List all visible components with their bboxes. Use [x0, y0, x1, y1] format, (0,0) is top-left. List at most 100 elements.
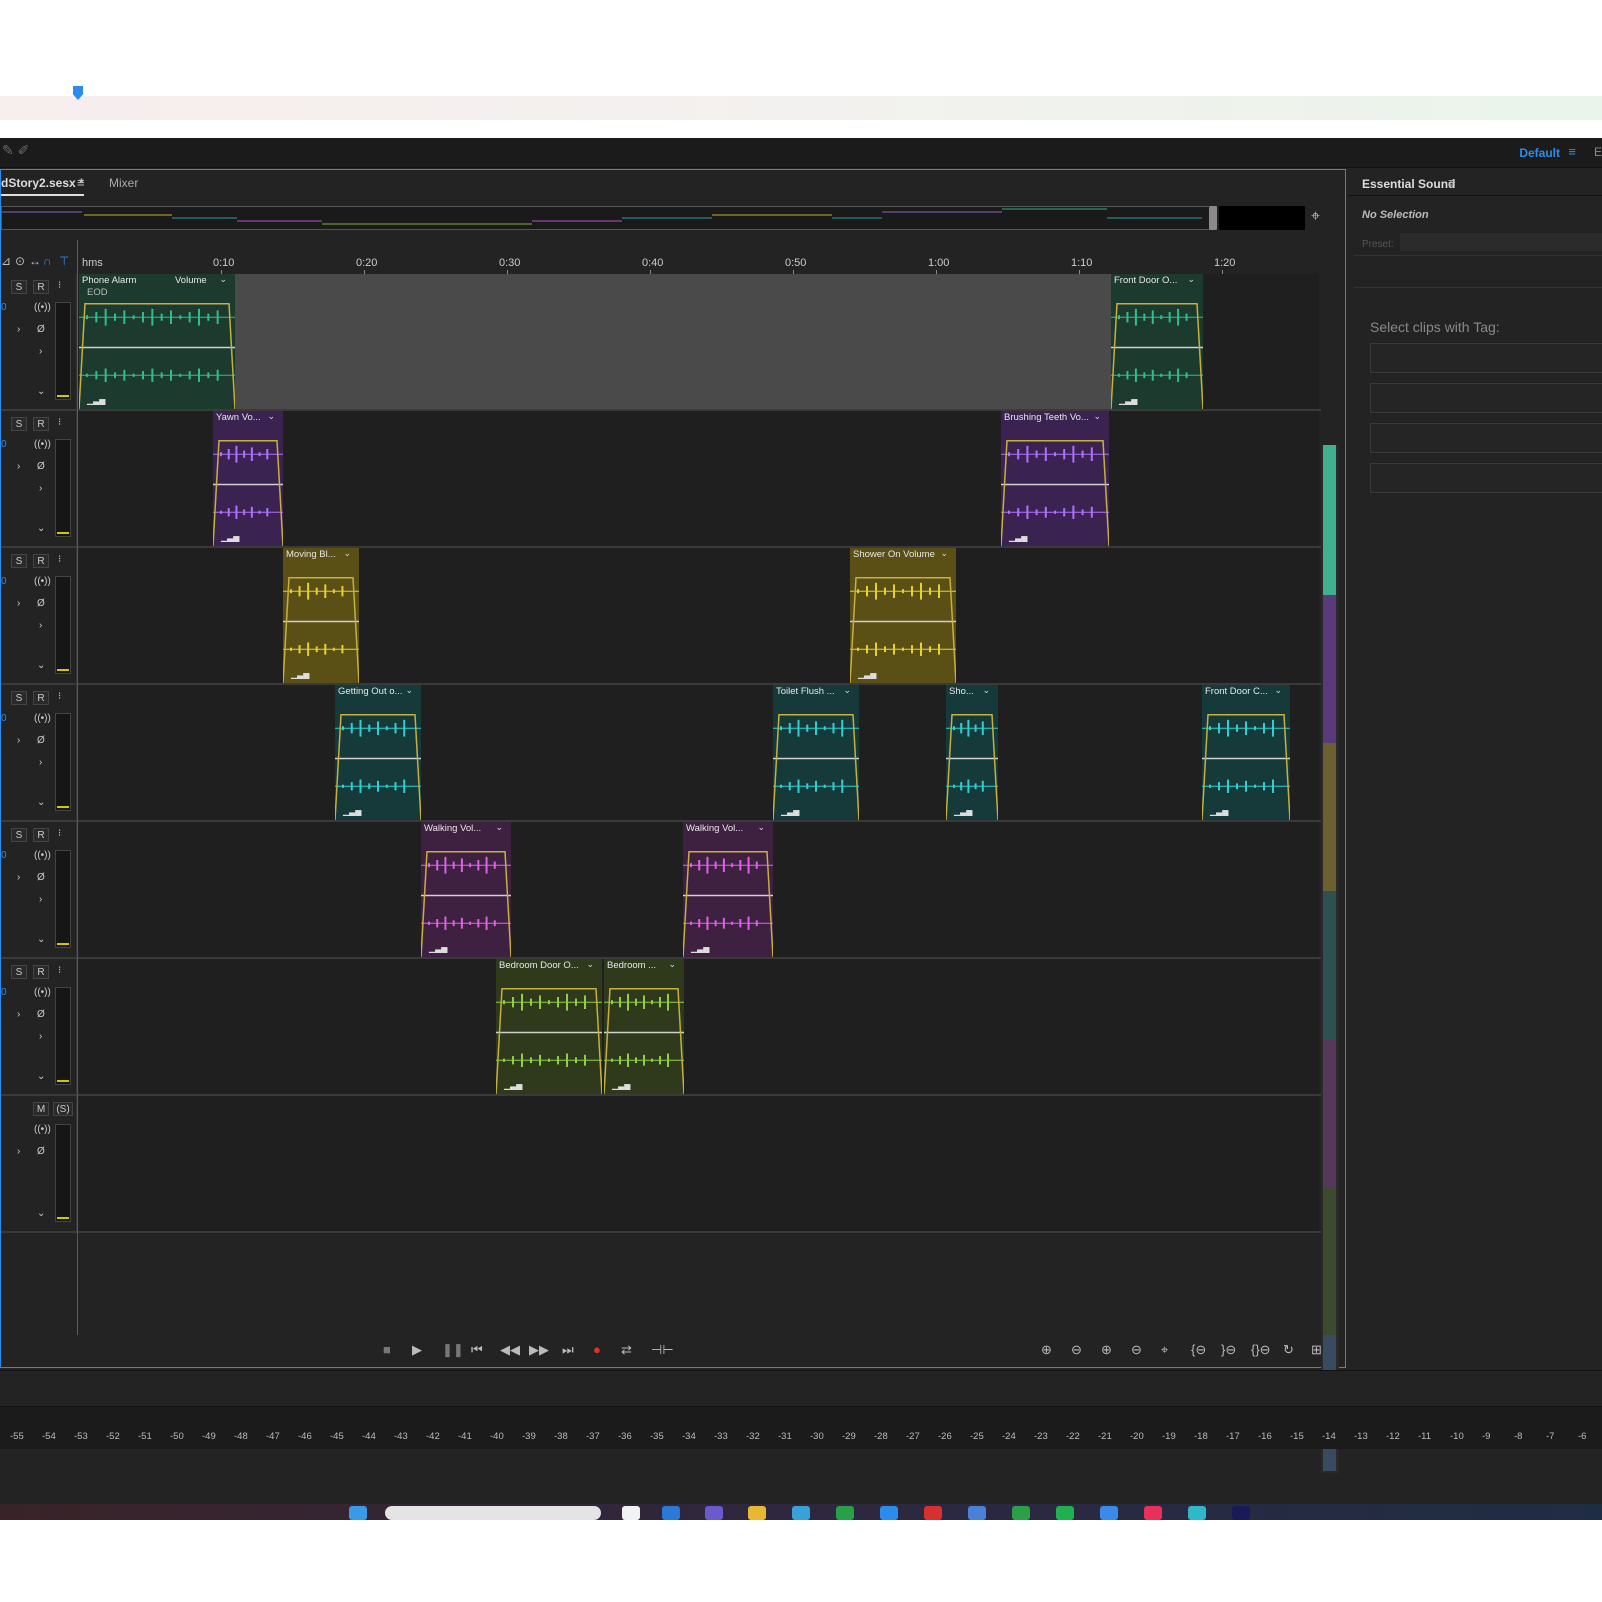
audio-clip[interactable]: Moving Bl... ⌄ ▁▃▅ — [283, 548, 359, 683]
volume-value[interactable]: 0 — [1, 302, 7, 313]
record-arm-button[interactable]: R — [33, 965, 49, 979]
monitor-icon[interactable]: ((•)) — [34, 713, 51, 724]
clip-fx-icon[interactable]: ▁▃▅ — [429, 944, 447, 953]
fast-forward-icon[interactable]: ▶▶ — [529, 1342, 549, 1358]
audio-clip[interactable]: Front Door O... ⌄ ▁▃▅ — [1111, 274, 1203, 409]
chevron-down-icon[interactable]: ⌄ — [495, 822, 503, 833]
volume-value[interactable]: 0 — [1, 987, 7, 998]
audio-clip[interactable]: Phone Alarm ⌄ ▁▃▅ Volume EOD — [79, 274, 235, 409]
clip-fx-icon[interactable]: ▁▃▅ — [954, 807, 972, 816]
audition-icon[interactable] — [1232, 1506, 1250, 1520]
solo-button[interactable]: S — [11, 828, 27, 842]
expand-icon[interactable]: › — [39, 346, 42, 357]
chevron-down-icon[interactable]: ⌄ — [37, 523, 45, 534]
phase-invert-icon[interactable]: Ø — [37, 1009, 45, 1020]
more-icon[interactable]: ⁝ — [58, 691, 61, 702]
tag-sfx-button[interactable] — [1370, 423, 1602, 453]
go-to-start-icon[interactable]: ⏮ — [471, 1342, 483, 1358]
zoom-in-time-icon[interactable]: ⊕ — [1101, 1342, 1112, 1358]
app-icon[interactable] — [1144, 1506, 1162, 1520]
audio-clip[interactable]: Walking Vol... ⌄ ▁▃▅ — [683, 822, 773, 957]
zoom-selection-icon[interactable]: ⌖ — [1311, 208, 1320, 226]
chevron-down-icon[interactable]: ⌄ — [982, 685, 990, 696]
track-lane[interactable]: Bedroom Door O... ⌄ ▁▃▅ Bedroom ... ⌄ ▁▃▅ — [79, 959, 1319, 1094]
app-icon[interactable] — [662, 1506, 680, 1520]
more-icon[interactable]: ⁝ — [58, 417, 61, 428]
app-icon[interactable] — [705, 1506, 723, 1520]
monitor-icon[interactable]: ((•)) — [34, 576, 51, 587]
stretch-icon[interactable]: ↔ — [29, 254, 41, 268]
volume-value[interactable]: 0 — [1, 439, 7, 450]
panel-title[interactable]: Essential Sound — [1362, 177, 1455, 191]
chevron-down-icon[interactable]: ⌄ — [405, 685, 413, 696]
tag-dialogue-button[interactable] — [1370, 343, 1602, 373]
chevron-down-icon[interactable]: ⌄ — [37, 660, 45, 671]
play-icon[interactable]: ▶ — [412, 1342, 422, 1358]
zoom-out-point-icon[interactable]: }⊖ — [1221, 1342, 1236, 1358]
app-icon[interactable] — [880, 1506, 898, 1520]
expand-icon[interactable]: › — [17, 598, 20, 609]
session-overview[interactable] — [1, 206, 1217, 230]
chevron-down-icon[interactable]: ⌄ — [267, 411, 275, 422]
audio-clip[interactable]: Bedroom Door O... ⌄ ▁▃▅ — [496, 959, 602, 1094]
monitor-icon[interactable]: ((•)) — [34, 850, 51, 861]
monitor-icon[interactable]: ((•)) — [34, 1124, 51, 1135]
clip-fx-icon[interactable]: ▁▃▅ — [858, 670, 876, 679]
clip-fx-icon[interactable]: ▁▃▅ — [87, 396, 105, 405]
app-icon[interactable] — [924, 1506, 942, 1520]
audio-clip[interactable]: Front Door C... ⌄ ▁▃▅ — [1202, 685, 1290, 820]
track-lane[interactable]: Getting Out o... ⌄ ▁▃▅ Toilet Flush ... ⌄ ▁▃▅… — [79, 685, 1319, 820]
more-icon[interactable]: ⁝ — [58, 828, 61, 839]
more-icon[interactable]: ⁝ — [58, 554, 61, 565]
tab-menu-icon[interactable]: ≡ — [77, 175, 85, 190]
chevron-down-icon[interactable]: ⌄ — [37, 934, 45, 945]
expand-icon[interactable]: › — [39, 894, 42, 905]
time-ruler[interactable]: ⊿ ⊙ ↔ ∩ ⊤ hms 0:10 0:20 0:30 0:40 0:50 1… — [1, 246, 1321, 275]
expand-icon[interactable]: › — [17, 872, 20, 883]
clip-fx-icon[interactable]: ▁▃▅ — [221, 533, 239, 542]
zoom-selection-icon[interactable]: ⌖ — [1161, 1342, 1168, 1358]
monitor-icon[interactable]: ((•)) — [34, 439, 51, 450]
pause-icon[interactable]: ❚❚ — [442, 1342, 464, 1358]
time-selection[interactable] — [235, 274, 1111, 409]
expand-icon[interactable]: › — [39, 620, 42, 631]
solo-button[interactable]: S — [11, 280, 27, 294]
phase-invert-icon[interactable]: Ø — [37, 735, 45, 746]
record-arm-button[interactable]: R — [33, 554, 49, 568]
audio-clip[interactable]: Yawn Vo... ⌄ ▁▃▅ — [213, 411, 283, 546]
clip-fx-icon[interactable]: ▁▃▅ — [1009, 533, 1027, 542]
monitor-icon[interactable]: ((•)) — [34, 987, 51, 998]
audio-clip[interactable]: Walking Vol... ⌄ ▁▃▅ — [421, 822, 511, 957]
zoom-out-time-icon[interactable]: ⊖ — [1131, 1342, 1142, 1358]
expand-icon[interactable]: › — [17, 1009, 20, 1020]
chevron-down-icon[interactable]: ⌄ — [668, 959, 676, 970]
tab-mixer[interactable]: Mixer — [109, 176, 138, 190]
solo-button[interactable]: S — [11, 417, 27, 431]
more-icon[interactable]: ⁝ — [58, 965, 61, 976]
chevron-down-icon[interactable]: ⌄ — [37, 1208, 45, 1219]
chevron-down-icon[interactable]: ⌄ — [343, 548, 351, 559]
clip-fx-icon[interactable]: ▁▃▅ — [1119, 396, 1137, 405]
audio-clip[interactable]: Toilet Flush ... ⌄ ▁▃▅ — [773, 685, 859, 820]
solo-button[interactable]: (S) — [53, 1102, 73, 1116]
expand-icon[interactable]: › — [17, 1146, 20, 1157]
phase-invert-icon[interactable]: Ø — [37, 324, 45, 335]
stop-icon[interactable]: ■ — [383, 1342, 391, 1357]
volume-value[interactable]: 0 — [1, 576, 7, 587]
app-icon[interactable] — [1012, 1506, 1030, 1520]
marker-icon[interactable]: ⊤ — [59, 254, 69, 268]
headphones-icon[interactable]: ∩ — [43, 254, 52, 268]
record-arm-button[interactable]: R — [33, 828, 49, 842]
track-lane[interactable]: Phone Alarm ⌄ ▁▃▅ Volume EOD Front Door O... ⌄… — [79, 274, 1319, 409]
track-lane[interactable]: Yawn Vo... ⌄ ▁▃▅ Brushing Teeth Vo... ⌄ ▁▃▅ — [79, 411, 1319, 546]
clip-fx-icon[interactable]: ▁▃▅ — [691, 944, 709, 953]
volume-value[interactable]: 0 — [1, 713, 7, 724]
chevron-down-icon[interactable]: ⌄ — [1274, 685, 1282, 696]
expand-icon[interactable]: › — [39, 757, 42, 768]
chevron-down-icon[interactable]: ⌄ — [1093, 411, 1101, 422]
zoom-out-amplitude-icon[interactable]: ⊖ — [1071, 1342, 1082, 1358]
tab-session[interactable]: dStory2.sesx * — [1, 176, 84, 196]
rewind-icon[interactable]: ◀◀ — [500, 1342, 520, 1358]
metronome-icon[interactable]: ⊿ — [1, 254, 11, 268]
chevron-down-icon[interactable]: ⌄ — [586, 959, 594, 970]
